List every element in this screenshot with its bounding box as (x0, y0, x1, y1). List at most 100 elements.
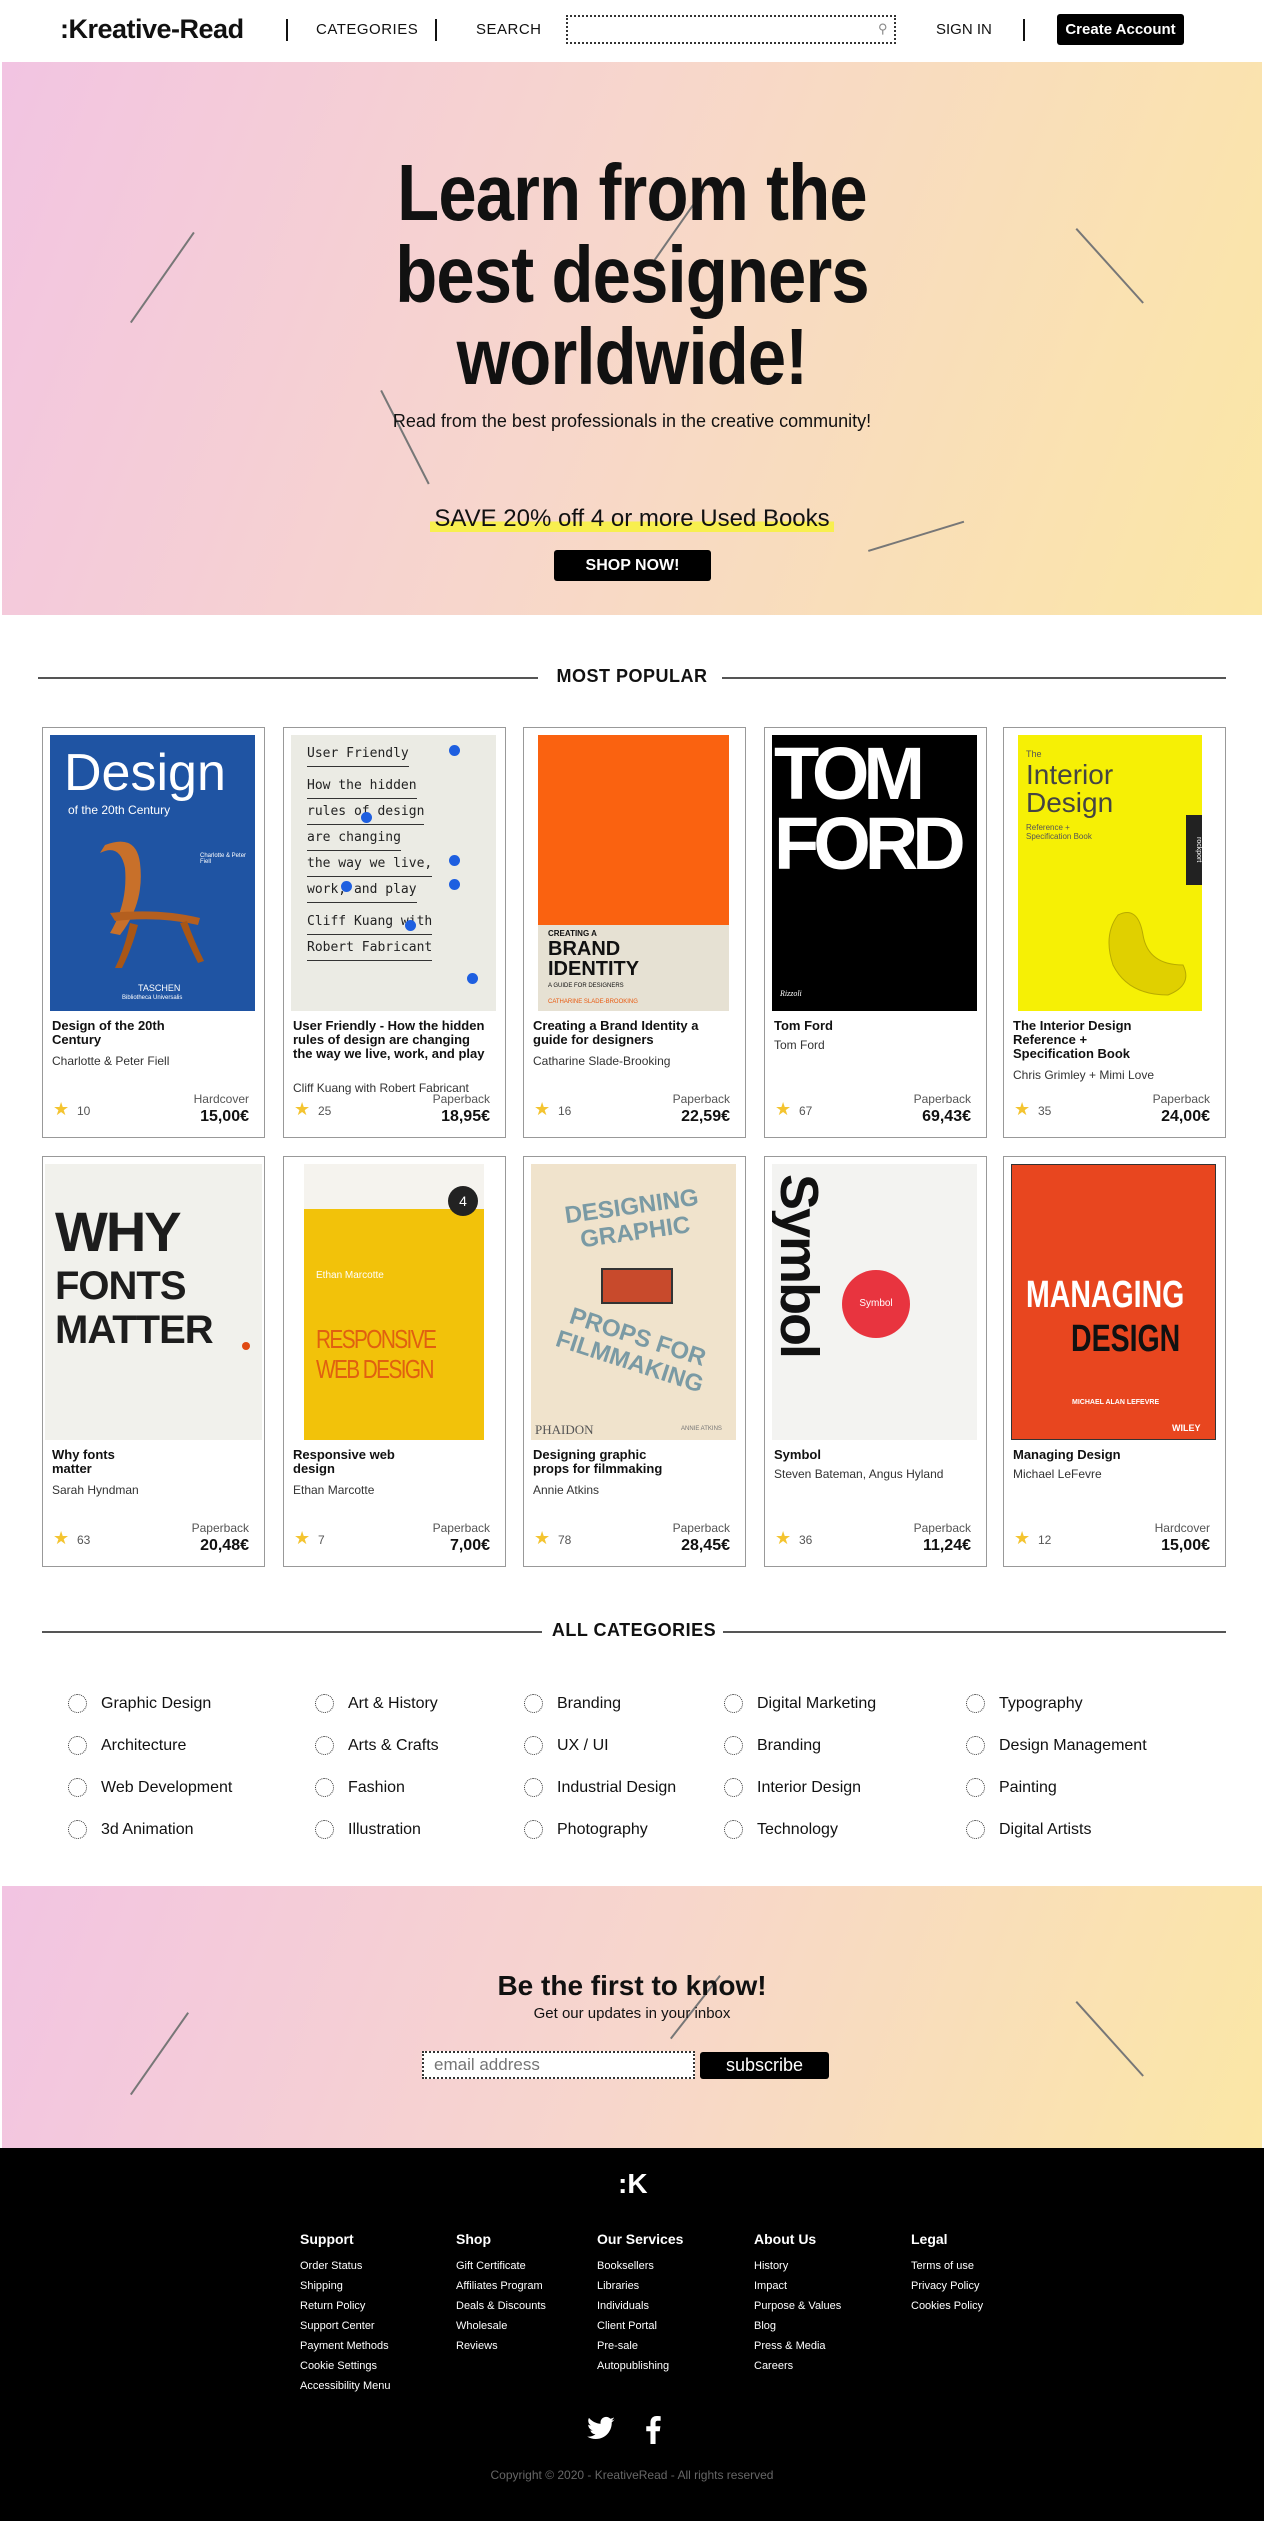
book-title[interactable]: Designing graphic props for filmmaking (533, 1448, 683, 1476)
footer-link[interactable]: Deals & Discounts (456, 2296, 546, 2316)
book-card[interactable]: WHY FONTS MATTER Why fonts matter Sarah … (42, 1156, 265, 1567)
radio-icon[interactable] (68, 1820, 87, 1839)
book-title[interactable]: Creating a Brand Identity a guide for de… (533, 1019, 713, 1047)
footer-link[interactable]: Wholesale (456, 2316, 546, 2336)
book-cover[interactable]: User Friendly How the hidden rules of de… (291, 735, 496, 1011)
book-cover[interactable]: WHY FONTS MATTER (45, 1164, 262, 1440)
category-label: Industrial Design (557, 1779, 677, 1796)
footer-link[interactable]: Return Policy (300, 2296, 390, 2316)
radio-icon[interactable] (966, 1778, 985, 1797)
footer-link[interactable]: Reviews (456, 2336, 546, 2356)
cover-line: the way we live, (307, 851, 433, 877)
subscribe-button[interactable]: subscribe (700, 2052, 829, 2079)
radio-icon[interactable] (724, 1820, 743, 1839)
book-title[interactable]: Design of the 20th Century (52, 1019, 182, 1047)
book-card[interactable]: 4 Ethan Marcotte RESPONSIVE WEB DESIGN R… (283, 1156, 506, 1567)
footer-link[interactable]: Press & Media (754, 2336, 841, 2356)
book-title[interactable]: Tom Ford (774, 1019, 974, 1033)
nav-categories[interactable]: CATEGORIES (316, 21, 418, 38)
radio-icon[interactable] (524, 1778, 543, 1797)
radio-icon[interactable] (315, 1778, 334, 1797)
cover-dot (449, 745, 460, 756)
book-card[interactable]: User Friendly How the hidden rules of de… (283, 727, 506, 1138)
create-account-button[interactable]: Create Account (1057, 14, 1184, 45)
footer-link[interactable]: Individuals (597, 2296, 683, 2316)
book-card[interactable]: The Interior Design Reference + Specific… (1003, 727, 1226, 1138)
nav-search[interactable]: SEARCH (476, 21, 542, 38)
radio-icon[interactable] (966, 1820, 985, 1839)
book-card[interactable]: MANAGING DESIGN MICHAEL ALAN LEFEVRE WIL… (1003, 1156, 1226, 1567)
site-logo[interactable]: :Kreative-Read (60, 14, 244, 45)
footer-link[interactable]: Autopublishing (597, 2356, 683, 2376)
book-cover[interactable]: Design of the 20th Century Charlotte & P… (50, 735, 255, 1011)
radio-icon[interactable] (724, 1694, 743, 1713)
twitter-icon[interactable] (586, 2416, 616, 2442)
book-card[interactable]: TOM FORD Rizzoli Tom Ford Tom Ford ★ 67 … (764, 727, 987, 1138)
radio-icon[interactable] (724, 1778, 743, 1797)
book-card[interactable]: Design of the 20th Century Charlotte & P… (42, 727, 265, 1138)
footer-link[interactable]: Terms of use (911, 2256, 983, 2276)
radio-icon[interactable] (966, 1736, 985, 1755)
book-cover[interactable]: CREATING A BRAND IDENTITY A GUIDE FOR DE… (538, 735, 729, 1011)
facebook-icon[interactable] (644, 2416, 662, 2444)
footer-link[interactable]: Affiliates Program (456, 2276, 546, 2296)
book-title[interactable]: Responsive web design (293, 1448, 413, 1476)
radio-icon[interactable] (724, 1736, 743, 1755)
book-cover[interactable]: The Interior Design Reference + Specific… (1018, 735, 1202, 1011)
sign-in-link[interactable]: SIGN IN (936, 21, 992, 38)
radio-icon[interactable] (524, 1820, 543, 1839)
footer-link[interactable]: Libraries (597, 2276, 683, 2296)
radio-icon[interactable] (966, 1694, 985, 1713)
hero-banner: Learn from the best designers worldwide!… (2, 62, 1262, 615)
book-cover[interactable]: Symbol Symbol (772, 1164, 977, 1440)
category-label: Art & History (348, 1695, 438, 1712)
radio-icon[interactable] (68, 1694, 87, 1713)
book-title[interactable]: Managing Design (1013, 1448, 1213, 1462)
book-title[interactable]: Why fonts matter (52, 1448, 122, 1476)
footer-link[interactable]: Booksellers (597, 2256, 683, 2276)
radio-icon[interactable] (68, 1736, 87, 1755)
footer-link[interactable]: Gift Certificate (456, 2256, 546, 2276)
book-format: Paperback (432, 1521, 490, 1535)
radio-icon[interactable] (524, 1736, 543, 1755)
book-title[interactable]: Symbol (774, 1448, 974, 1462)
footer-link[interactable]: Pre-sale (597, 2336, 683, 2356)
footer-logo[interactable]: :K (618, 2168, 648, 2200)
radio-icon[interactable] (315, 1820, 334, 1839)
radio-icon[interactable] (68, 1778, 87, 1797)
footer-link[interactable]: Privacy Policy (911, 2276, 983, 2296)
book-author: Sarah Hyndman (52, 1483, 139, 1497)
footer-link[interactable]: Accessibility Menu (300, 2376, 390, 2396)
book-card[interactable]: Symbol Symbol Symbol Steven Bateman, Ang… (764, 1156, 987, 1567)
footer-link[interactable]: Payment Methods (300, 2336, 390, 2356)
cover-dot (467, 973, 478, 984)
footer-link[interactable]: Shipping (300, 2276, 390, 2296)
footer-link[interactable]: Impact (754, 2276, 841, 2296)
footer-link[interactable]: Cookies Policy (911, 2296, 983, 2316)
footer-link[interactable]: Careers (754, 2356, 841, 2376)
book-format: Paperback (913, 1521, 971, 1535)
book-title[interactable]: The Interior Design Reference + Specific… (1013, 1019, 1153, 1061)
footer-link[interactable]: Order Status (300, 2256, 390, 2276)
book-cover[interactable]: 4 Ethan Marcotte RESPONSIVE WEB DESIGN (304, 1164, 484, 1440)
footer-link[interactable]: Purpose & Values (754, 2296, 841, 2316)
email-field[interactable] (422, 2051, 695, 2079)
search-icon[interactable]: ⚲ (878, 21, 888, 37)
footer-link[interactable]: Blog (754, 2316, 841, 2336)
footer-link[interactable]: Cookie Settings (300, 2356, 390, 2376)
book-title[interactable]: User Friendly - How the hidden rules of … (293, 1019, 493, 1061)
shop-now-button[interactable]: SHOP NOW! (554, 550, 711, 581)
book-card[interactable]: CREATING A BRAND IDENTITY A GUIDE FOR DE… (523, 727, 746, 1138)
book-card[interactable]: DESIGNING GRAPHIC PROPS FOR FILMMAKING P… (523, 1156, 746, 1567)
radio-icon[interactable] (315, 1736, 334, 1755)
book-cover[interactable]: MANAGING DESIGN MICHAEL ALAN LEFEVRE WIL… (1011, 1164, 1216, 1440)
footer-link[interactable]: Support Center (300, 2316, 390, 2336)
book-price: 69,43€ (922, 1108, 971, 1125)
book-cover[interactable]: DESIGNING GRAPHIC PROPS FOR FILMMAKING P… (531, 1164, 736, 1440)
search-input[interactable] (566, 15, 896, 44)
book-cover[interactable]: TOM FORD Rizzoli (772, 735, 977, 1011)
radio-icon[interactable] (315, 1694, 334, 1713)
radio-icon[interactable] (524, 1694, 543, 1713)
footer-link[interactable]: Client Portal (597, 2316, 683, 2336)
footer-link[interactable]: History (754, 2256, 841, 2276)
